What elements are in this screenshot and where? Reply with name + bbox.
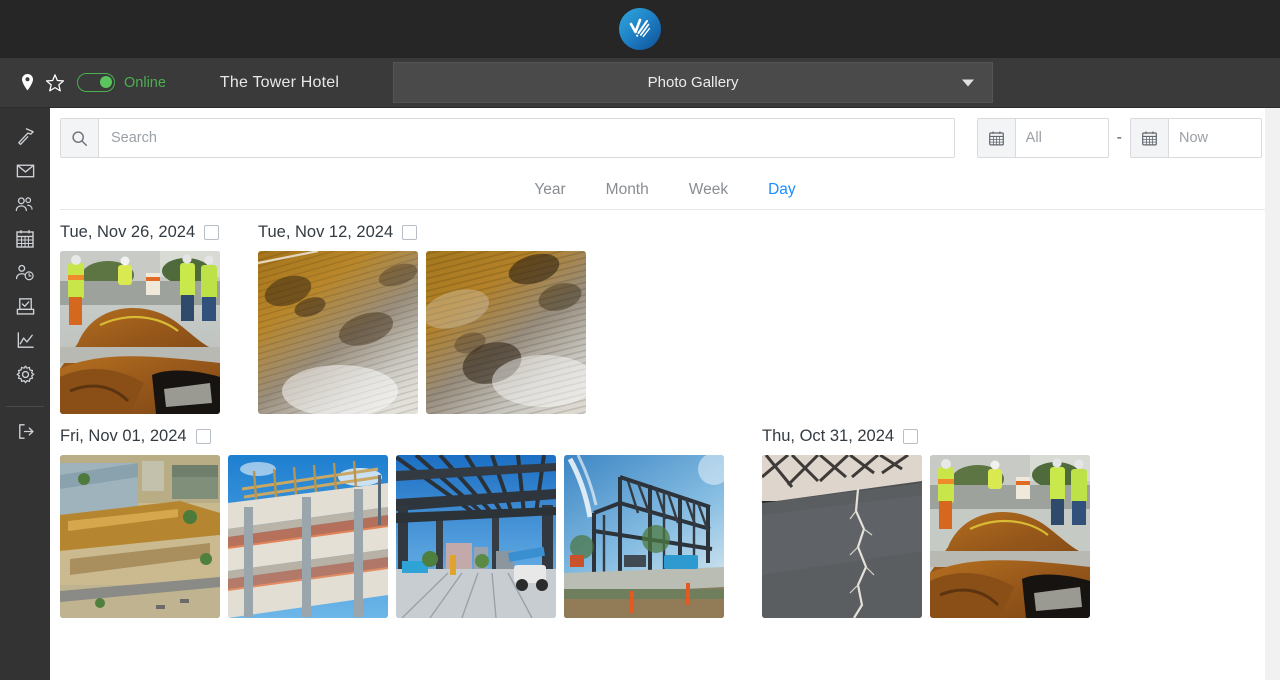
- calendar-icon[interactable]: [1131, 119, 1169, 157]
- sidebar-item-logout[interactable]: [0, 417, 50, 451]
- date-from-group: [976, 118, 1109, 158]
- day-group-header: Thu, Oct 31, 2024: [762, 422, 1090, 450]
- tab-day[interactable]: Day: [768, 181, 796, 199]
- photo-thumbnail[interactable]: [60, 455, 220, 618]
- logout-arrow-icon: [15, 421, 36, 447]
- sidebar-item-time-tracking[interactable]: [0, 258, 50, 292]
- day-thumbnails: [60, 251, 220, 414]
- online-status-label: Online: [124, 74, 166, 91]
- day-group: Thu, Oct 31, 2024: [762, 422, 1090, 618]
- photo-thumbnail[interactable]: [228, 455, 388, 618]
- day-date-label: Fri, Nov 01, 2024: [60, 426, 187, 445]
- day-select-checkbox[interactable]: [402, 224, 418, 240]
- day-group: Tue, Nov 26, 2024: [60, 218, 220, 414]
- photo-thumbnail[interactable]: [258, 251, 418, 414]
- day-select-checkbox[interactable]: [903, 428, 919, 444]
- day-date-label: Tue, Nov 26, 2024: [60, 222, 196, 241]
- sidebar-item-reports[interactable]: [0, 326, 50, 360]
- gallery-row: Tue, Nov 26, 2024 Tue, Nov 12, 2024: [60, 218, 1270, 414]
- day-thumbnails: [258, 251, 586, 414]
- period-tabs: Year Month Week Day: [60, 170, 1270, 210]
- line-chart-icon: [15, 330, 36, 356]
- sidebar-item-messages[interactable]: [0, 156, 50, 190]
- star-icon[interactable]: [45, 73, 65, 93]
- filter-toolbar: -: [50, 108, 1280, 166]
- toggle-knob: [99, 76, 112, 88]
- envelope-icon: [15, 160, 36, 186]
- day-thumbnails: [762, 455, 1090, 618]
- search-group: [60, 118, 955, 158]
- sidebar-item-checklists[interactable]: [0, 292, 50, 326]
- day-select-checkbox[interactable]: [204, 224, 220, 240]
- date-range-separator: -: [1116, 129, 1122, 146]
- gallery-select-value: Photo Gallery: [647, 74, 739, 91]
- photo-thumbnail[interactable]: [396, 455, 556, 618]
- sidebar-divider: [6, 406, 44, 407]
- people-group-icon: [14, 194, 36, 220]
- day-group: Tue, Nov 12, 2024: [258, 218, 586, 414]
- online-status-toggle[interactable]: [77, 73, 115, 92]
- calendar-icon: [15, 228, 35, 254]
- photo-thumbnail[interactable]: [930, 455, 1090, 618]
- date-from-input[interactable]: [1015, 119, 1108, 157]
- day-date-label: Thu, Oct 31, 2024: [762, 426, 895, 445]
- search-icon[interactable]: [61, 119, 99, 157]
- day-date-label: Tue, Nov 12, 2024: [258, 222, 394, 241]
- sidebar-item-calendar[interactable]: [0, 224, 50, 258]
- hammer-icon: [15, 126, 36, 152]
- gallery-select[interactable]: Photo Gallery: [393, 62, 994, 103]
- site-header-bar: Online The Tower Hotel Photo Gallery: [0, 58, 1280, 108]
- ballot-box-icon: [15, 296, 36, 322]
- main-content: -: [50, 108, 1280, 680]
- photo-thumbnail[interactable]: [762, 455, 922, 618]
- site-name: The Tower Hotel: [219, 73, 340, 91]
- photo-thumbnail[interactable]: [426, 251, 586, 414]
- tab-month[interactable]: Month: [606, 181, 649, 199]
- vertical-scrollbar[interactable]: [1265, 108, 1280, 680]
- gear-icon: [15, 364, 36, 390]
- day-group-header: Tue, Nov 12, 2024: [258, 218, 586, 246]
- day-group-header: Fri, Nov 01, 2024: [60, 422, 724, 450]
- day-group: Fri, Nov 01, 2024: [60, 422, 724, 618]
- map-pin-icon[interactable]: [20, 73, 35, 92]
- day-group-header: Tue, Nov 26, 2024: [60, 218, 220, 246]
- person-clock-icon: [14, 262, 36, 288]
- photo-gallery: Tue, Nov 26, 2024 Tue, Nov 12, 2024 Fri,…: [50, 210, 1280, 626]
- day-select-checkbox[interactable]: [195, 428, 211, 444]
- sidebar-item-team[interactable]: [0, 190, 50, 224]
- photo-thumbnail[interactable]: [564, 455, 724, 618]
- tab-week[interactable]: Week: [689, 181, 728, 199]
- date-to-group: [1130, 118, 1262, 158]
- date-to-input[interactable]: [1169, 119, 1261, 157]
- chevron-down-icon: [962, 79, 975, 86]
- calendar-icon[interactable]: [977, 119, 1016, 157]
- app-top-bar: [0, 0, 1280, 58]
- gallery-row: Fri, Nov 01, 2024 Thu, Oct 31, 2024: [60, 422, 1270, 618]
- photo-thumbnail[interactable]: [60, 251, 220, 414]
- sidebar-item-tools[interactable]: [0, 122, 50, 156]
- sidebar-item-settings[interactable]: [0, 360, 50, 394]
- app-body: -: [0, 108, 1280, 680]
- left-sidebar: [0, 108, 50, 680]
- tab-year[interactable]: Year: [534, 181, 565, 199]
- day-thumbnails: [60, 455, 724, 618]
- velocity-check-logo-icon[interactable]: [619, 8, 661, 50]
- search-input[interactable]: [99, 119, 954, 157]
